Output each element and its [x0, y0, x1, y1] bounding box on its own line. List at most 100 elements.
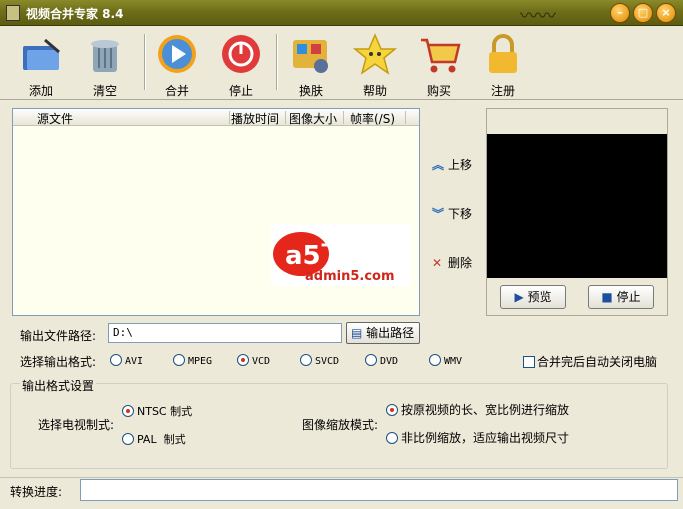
format-radio-wmv[interactable]: WMV — [429, 354, 462, 367]
close-button[interactable]: × — [656, 3, 676, 23]
star-icon — [352, 32, 398, 76]
output-format-label: 选择输出格式: — [20, 355, 97, 369]
preview-label: 预览 — [527, 290, 552, 304]
register-button[interactable]: 注册 — [476, 30, 530, 98]
radio-indicator — [237, 354, 249, 366]
scale-option-label: 按原视频的长、宽比例进行缩放 — [401, 403, 570, 417]
add-button[interactable]: 添加 — [14, 30, 68, 98]
column-frame-rate[interactable]: 帧率(/S) — [350, 110, 395, 127]
file-list[interactable]: 源文件 播放时间 图像大小 帧率(/S) a5下载 admin5.com — [12, 108, 420, 316]
buy-button[interactable]: 购买 — [412, 30, 466, 98]
radio-indicator — [173, 354, 185, 366]
minimize-button[interactable]: – — [610, 3, 630, 23]
trash-bin-icon — [83, 32, 127, 76]
help-button[interactable]: 帮助 — [348, 30, 402, 98]
title-bar: 视频合并专家 8.4 〰〰 – □ × — [0, 0, 683, 27]
window-title: 视频合并专家 8.4 — [26, 7, 124, 21]
delete-button[interactable]: ✕ 删除 — [432, 254, 472, 274]
output-path-label: 输出文件路径: — [20, 329, 97, 343]
buy-label: 购买 — [426, 84, 451, 98]
format-radio-vcd[interactable]: VCD — [237, 354, 270, 367]
column-separator[interactable] — [405, 111, 406, 124]
move-down-button[interactable]: ︾ 下移 — [432, 205, 472, 225]
stop-label: 停止 — [228, 84, 253, 98]
radio-indicator — [300, 354, 312, 366]
add-label: 添加 — [28, 84, 53, 98]
delete-label: 删除 — [448, 256, 473, 270]
shopping-cart-icon — [417, 32, 461, 76]
merge-label: 合并 — [164, 84, 189, 98]
column-source-file[interactable]: 源文件 — [37, 110, 73, 127]
clear-button[interactable]: 清空 — [78, 30, 132, 98]
column-duration[interactable]: 播放时间 — [231, 110, 279, 127]
scale-radio-stretch[interactable]: 非比例缩放，适应输出视频尺寸 — [386, 429, 569, 446]
watermark-logo-text: a5下载 — [285, 241, 373, 271]
toolbar-separator — [276, 34, 278, 90]
radio-indicator — [365, 354, 377, 366]
radio-indicator — [429, 354, 441, 366]
stop-square-icon: ■ — [601, 290, 613, 304]
checkbox-indicator — [523, 356, 535, 368]
play-icon — [155, 32, 199, 76]
clear-label: 清空 — [92, 84, 117, 98]
auto-shutdown-checkbox[interactable]: 合并完后自动关闭电脑 — [523, 353, 657, 370]
column-image-size[interactable]: 图像大小 — [289, 110, 337, 127]
column-separator[interactable] — [285, 111, 286, 124]
folder-pencil-icon — [19, 32, 63, 76]
register-label: 注册 — [490, 84, 515, 98]
preview-screen — [487, 134, 667, 278]
tv-radio-pal[interactable]: PAL 制式 — [122, 431, 186, 447]
auto-shutdown-label: 合并完后自动关闭电脑 — [537, 355, 658, 369]
toolbar: 添加 清空 合并 停止 换肤 帮助 购买 注册 — [0, 26, 683, 100]
stop-button[interactable]: 停止 — [214, 30, 268, 98]
app-icon — [6, 5, 20, 21]
output-settings-title: 输出格式设置 — [20, 377, 97, 394]
watermark-site-text: admin5.com — [305, 269, 395, 284]
radio-indicator — [110, 354, 122, 366]
tv-standard-label: 选择电视制式: — [38, 418, 115, 432]
delete-x-icon: ✕ — [432, 256, 443, 270]
skin-palette-icon — [289, 32, 333, 76]
column-separator[interactable] — [343, 111, 344, 124]
format-option-label: SVCD — [315, 356, 340, 367]
merge-button[interactable]: 合并 — [150, 30, 204, 98]
scale-option-label: 非比例缩放，适应输出视频尺寸 — [401, 431, 570, 445]
format-option-label: AVI — [125, 356, 144, 367]
preview-button[interactable]: ▶ 预览 — [500, 285, 566, 309]
move-up-label: 上移 — [448, 158, 473, 172]
swirl-decoration-icon: 〰〰 — [520, 6, 556, 27]
skin-button[interactable]: 换肤 — [284, 30, 338, 98]
format-radio-avi[interactable]: AVI — [110, 354, 143, 367]
file-list-header: 源文件 播放时间 图像大小 帧率(/S) — [13, 109, 419, 126]
progress-label: 转换进度: — [10, 485, 63, 499]
conversion-progress-bar — [80, 479, 678, 501]
maximize-button[interactable]: □ — [633, 3, 653, 23]
radio-indicator — [122, 433, 134, 445]
move-down-label: 下移 — [448, 207, 473, 221]
scale-mode-label: 图像缩放模式: — [302, 418, 379, 432]
move-up-button[interactable]: ︽ 上移 — [432, 156, 472, 176]
radio-indicator — [386, 404, 398, 416]
format-radio-mpeg[interactable]: MPEG — [173, 354, 212, 367]
radio-indicator — [386, 432, 398, 444]
scale-radio-keep-ratio[interactable]: 按原视频的长、宽比例进行缩放 — [386, 401, 569, 418]
toolbar-separator — [144, 34, 146, 90]
output-path-button[interactable]: ▤ 输出路径 — [346, 322, 420, 344]
column-separator[interactable] — [229, 111, 230, 124]
help-label: 帮助 — [362, 84, 387, 98]
format-radio-dvd[interactable]: DVD — [365, 354, 398, 367]
skin-label: 换肤 — [298, 84, 323, 98]
double-chevron-down-icon: ︾ — [432, 207, 445, 221]
format-option-label: WMV — [444, 356, 463, 367]
format-radio-svcd[interactable]: SVCD — [300, 354, 339, 367]
path-browse-icon: ▤ — [351, 326, 363, 340]
double-chevron-up-icon: ︽ — [432, 158, 445, 172]
format-option-label: MPEG — [188, 356, 213, 367]
preview-stop-button[interactable]: ■ 停止 — [588, 285, 654, 309]
output-path-button-label: 输出路径 — [366, 326, 415, 340]
radio-indicator — [122, 405, 134, 417]
padlock-icon — [481, 32, 525, 76]
output-path-input[interactable]: D:\ — [108, 323, 342, 343]
format-option-label: VCD — [252, 356, 271, 367]
tv-radio-ntsc[interactable]: NTSC 制式 — [122, 403, 192, 419]
